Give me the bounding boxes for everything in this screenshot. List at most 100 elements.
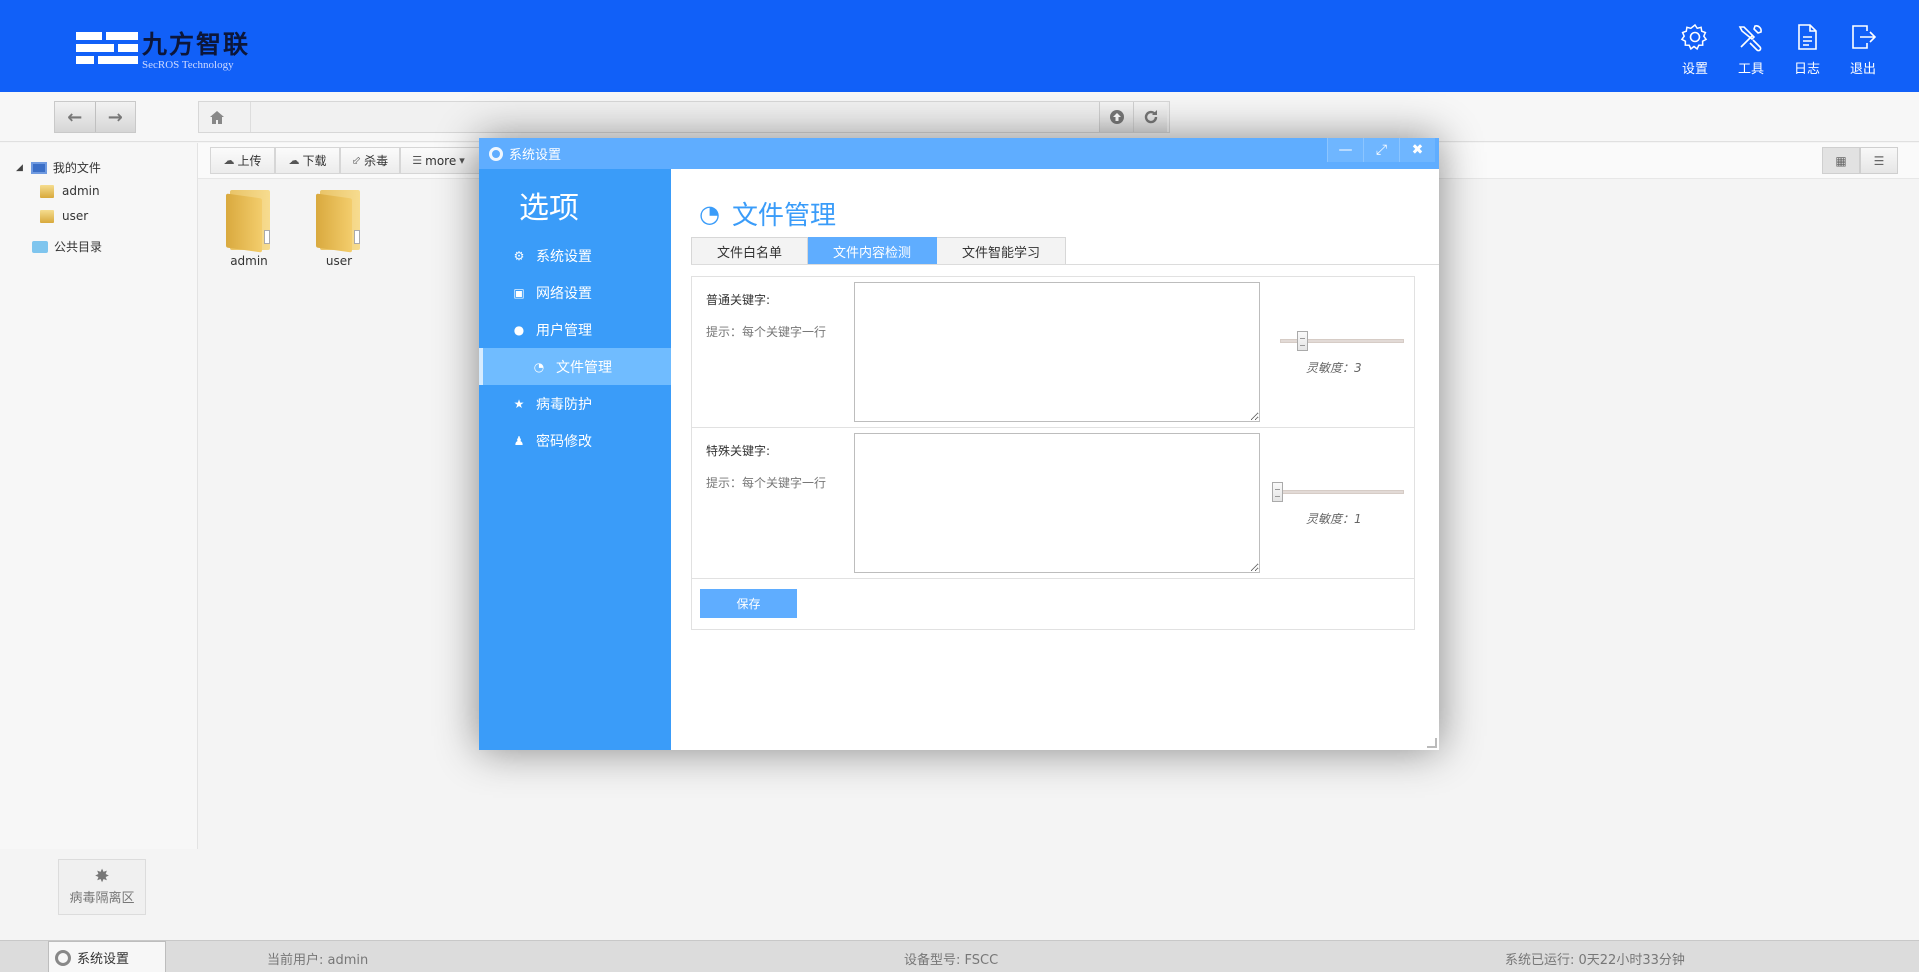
tree-item-label: user	[62, 209, 89, 223]
log-label: 日志	[1793, 62, 1820, 77]
sidebar-item-antivirus[interactable]: ★ 病毒防护	[479, 385, 671, 422]
taskbar-label: 系统设置	[77, 952, 130, 967]
dialog-title-bar[interactable]: 系统设置	[479, 138, 1439, 169]
sidebar-item-file-management[interactable]: ◔ 文件管理	[479, 348, 671, 385]
tools-button[interactable]: 工具	[1723, 22, 1779, 77]
gear-icon	[1680, 23, 1708, 51]
file-item-admin[interactable]: admin	[214, 190, 284, 268]
folder-icon	[40, 184, 54, 198]
expand-icon: ⤢	[1375, 142, 1388, 158]
keyword-form: 普通关键字: 提示：每个关键字一行 灵敏度：3 特殊关键字: 提示：每个关键字一…	[691, 276, 1415, 630]
download-button[interactable]: ☁ 下载	[275, 147, 340, 174]
more-dropdown[interactable]: ☰ more ▾	[400, 147, 480, 174]
tree-item-label: 我的文件	[52, 161, 101, 175]
maximize-button[interactable]: ⤢	[1363, 138, 1399, 162]
computer-icon	[30, 161, 47, 174]
slider-handle[interactable]	[1272, 482, 1283, 502]
save-button[interactable]: 保存	[700, 589, 797, 618]
sidebar-item-label: 文件管理	[556, 359, 612, 376]
folder-tree: ◢ 我的文件 admin user 公共目录	[0, 143, 198, 849]
tree-item-user[interactable]: user	[40, 209, 88, 223]
log-button[interactable]: 日志	[1779, 22, 1835, 77]
upload-button[interactable]: ☁ 上传	[210, 147, 275, 174]
minimize-button[interactable]: —	[1327, 138, 1363, 162]
lightning-icon: ⬃	[351, 154, 362, 167]
home-button[interactable]	[199, 102, 235, 132]
users-icon: ●	[513, 322, 525, 337]
back-button[interactable]: ←	[55, 102, 95, 132]
file-item-user[interactable]: user	[304, 190, 374, 268]
document-icon	[1798, 24, 1817, 50]
normal-keyword-row: 普通关键字: 提示：每个关键字一行 灵敏度：3	[692, 277, 1414, 428]
settings-sidebar: 选项 ⚙ 系统设置 ▣ 网络设置 ● 用户管理 ◔ 文件管理 ★ 病毒防护 ♟ …	[479, 169, 671, 750]
system-settings-dialog: 系统设置 — ⤢ ✖ 选项 ⚙ 系统设置 ▣ 网络设置 ● 用户管理 ◔ 文件管…	[479, 138, 1439, 750]
refresh-icon	[1144, 110, 1157, 124]
gear-icon	[489, 146, 503, 161]
file-management-tabs: 文件白名单 文件内容检测 文件智能学习	[691, 237, 1067, 264]
forward-button[interactable]: →	[94, 102, 136, 132]
arrow-up-circle-icon	[1109, 110, 1124, 124]
dialog-title: 系统设置	[509, 148, 562, 163]
logo-mark-icon	[76, 30, 138, 72]
cloud-upload-icon: ☁	[223, 154, 235, 167]
quarantine-label: 病毒隔离区	[69, 891, 135, 906]
refresh-button[interactable]	[1133, 102, 1167, 132]
sidebar-item-users[interactable]: ● 用户管理	[479, 311, 671, 348]
sidebar-item-password[interactable]: ♟ 密码修改	[479, 422, 671, 459]
sidebar-item-label: 密码修改	[536, 433, 592, 450]
settings-button[interactable]: 设置	[1667, 22, 1723, 77]
close-button[interactable]: ✖	[1399, 138, 1435, 162]
go-up-button[interactable]	[1099, 102, 1133, 132]
gear-icon	[55, 949, 71, 966]
file-name: user	[325, 254, 353, 268]
exit-button[interactable]: 退出	[1835, 22, 1891, 77]
top-header: 九方智联 SecROS Technology 设置 工具 日志 退出	[0, 0, 1919, 92]
normal-sensitivity-slider[interactable]	[1272, 331, 1404, 351]
logo-english-name: SecROS Technology	[142, 59, 234, 71]
grid-icon: ▦	[1835, 153, 1847, 168]
brand-logo: 九方智联 SecROS Technology	[76, 30, 250, 72]
tree-item-my-files[interactable]: ◢ 我的文件	[16, 159, 101, 176]
exit-label: 退出	[1849, 62, 1876, 77]
sidebar-item-system[interactable]: ⚙ 系统设置	[479, 237, 671, 274]
normal-keyword-hint: 提示：每个关键字一行	[706, 325, 827, 339]
more-label: more	[425, 153, 457, 168]
special-keyword-textarea[interactable]	[854, 433, 1260, 573]
tree-item-admin[interactable]: admin	[40, 184, 100, 198]
slider-track	[1280, 490, 1404, 494]
normal-sensitivity-text: 灵敏度：3	[1306, 361, 1362, 375]
special-keyword-label: 特殊关键字:	[706, 444, 771, 458]
minimize-icon: —	[1338, 142, 1353, 158]
tools-label: 工具	[1737, 62, 1764, 77]
tab-content-detection[interactable]: 文件内容检测	[808, 237, 938, 264]
taskbar-system-settings[interactable]: 系统设置	[48, 941, 166, 972]
section-title: ◔ 文件管理	[699, 195, 836, 232]
antivirus-button[interactable]: ⬃ 杀毒	[340, 147, 400, 174]
sidebar-item-network[interactable]: ▣ 网络设置	[479, 274, 671, 311]
slider-handle[interactable]	[1297, 331, 1308, 351]
sidebar-item-label: 网络设置	[536, 285, 592, 302]
normal-keyword-textarea[interactable]	[854, 282, 1260, 422]
sidebar-item-label: 用户管理	[536, 322, 592, 339]
grid-view-button[interactable]: ▦	[1822, 147, 1860, 174]
sidebar-title: 选项	[519, 191, 579, 226]
dashboard-icon: ◔	[699, 199, 720, 228]
caret-down-icon: ▾	[459, 154, 465, 167]
arrow-left-icon: ←	[67, 106, 83, 128]
device-model: 设备型号: FSCC	[904, 953, 999, 968]
special-sensitivity-slider[interactable]	[1272, 482, 1404, 502]
list-icon: ☰	[412, 154, 423, 167]
tab-whitelist[interactable]: 文件白名单	[691, 237, 809, 264]
resize-grip-icon[interactable]	[1427, 738, 1437, 748]
collapse-triangle-icon[interactable]: ◢	[16, 163, 23, 173]
tab-smart-learning[interactable]: 文件智能学习	[937, 237, 1067, 264]
tree-item-public[interactable]: 公共目录	[32, 238, 102, 255]
public-folder-icon	[32, 240, 48, 253]
sidebar-item-label: 病毒防护	[536, 396, 592, 413]
special-sensitivity-text: 灵敏度：1	[1306, 512, 1362, 526]
exit-icon	[1852, 25, 1877, 49]
address-bar[interactable]	[198, 101, 1170, 133]
list-view-button[interactable]: ☰	[1860, 147, 1898, 174]
quarantine-button[interactable]: ✸ 病毒隔离区	[58, 859, 146, 915]
user-icon: ♟	[513, 433, 525, 448]
